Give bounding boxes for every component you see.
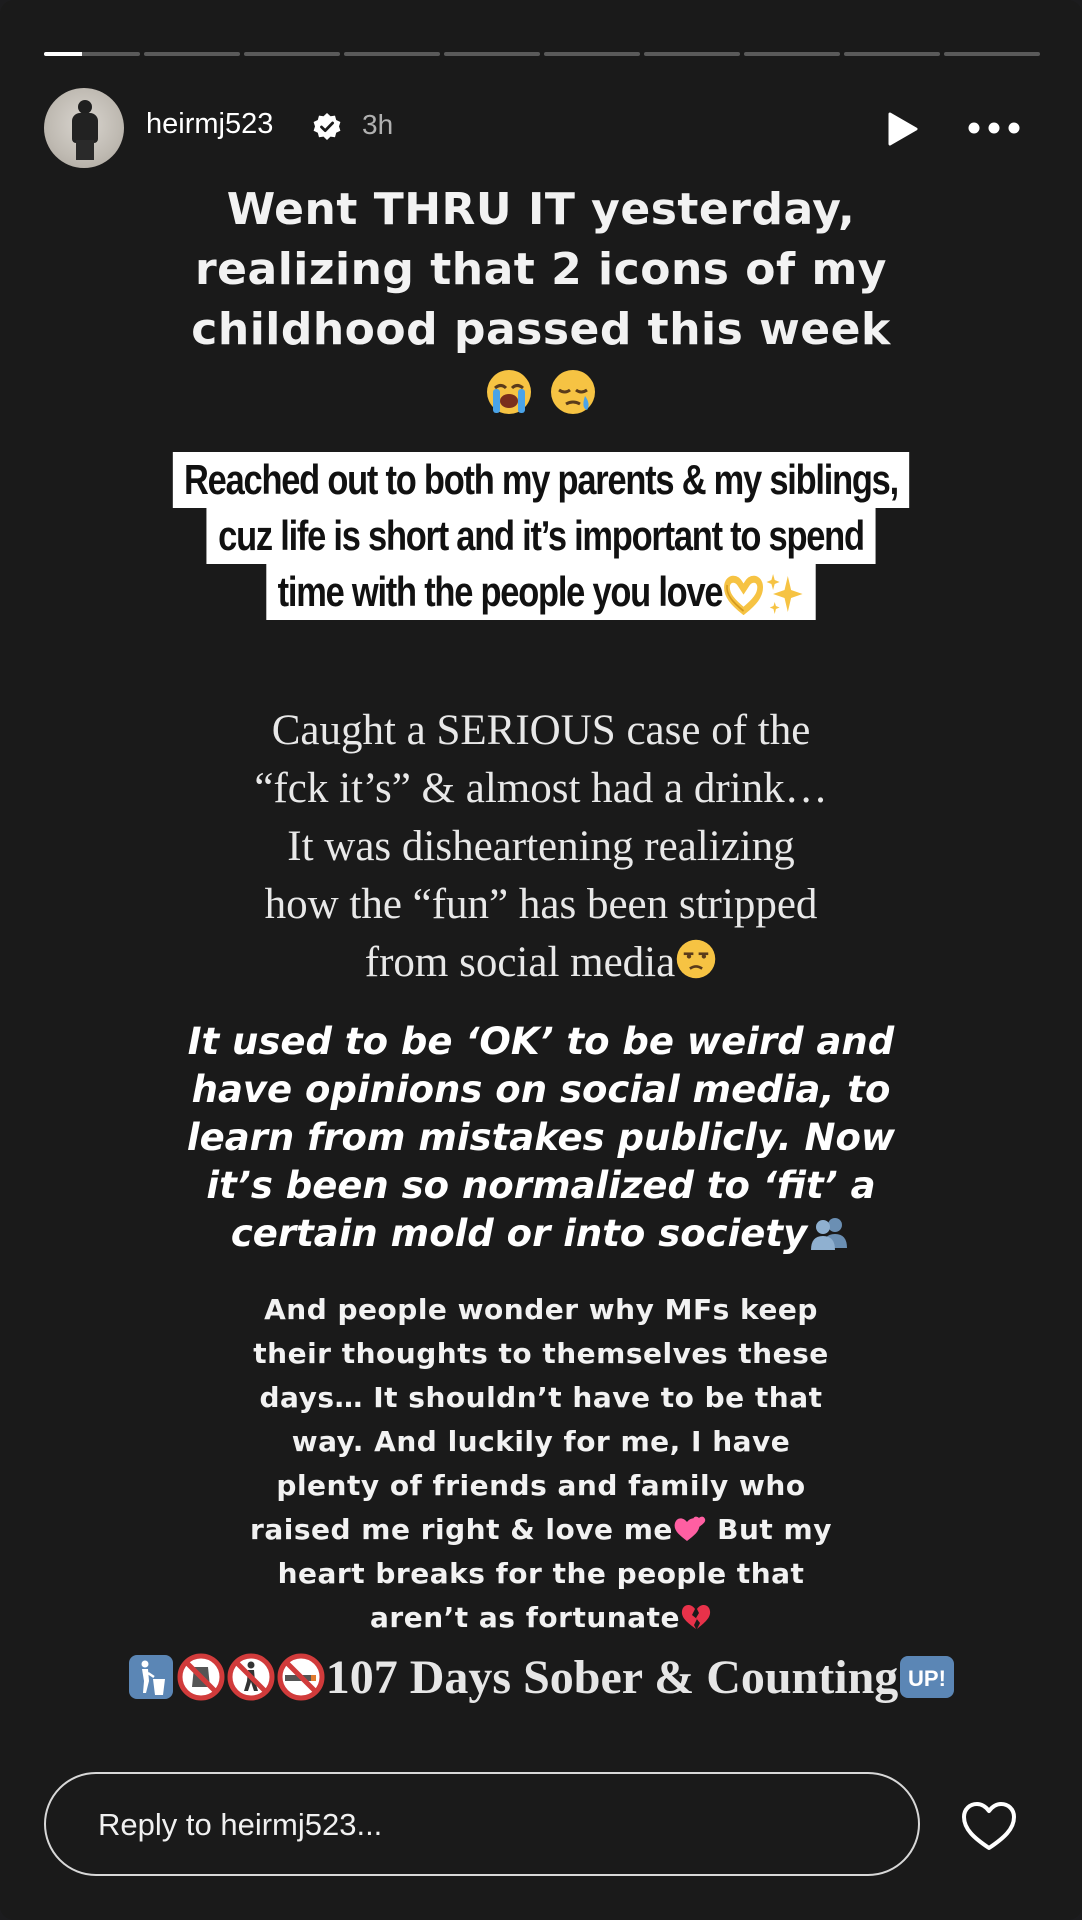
text-line: aren’t as fortunate — [370, 1601, 680, 1634]
text-line: learn from mistakes publicly. Now — [186, 1116, 896, 1159]
text-line: Went THRU IT yesterday, — [226, 184, 856, 235]
text-line: how the “fun” has been stripped — [264, 881, 818, 928]
text-line-with-emoji: time with the people you love — [266, 564, 816, 620]
progress-segment — [844, 52, 940, 56]
text-line: days… It shouldn’t have to be that — [259, 1381, 823, 1414]
progress-segment — [44, 52, 140, 56]
unamused-face-icon — [676, 939, 716, 979]
text-line: have opinions on social media, to — [191, 1068, 891, 1111]
text-line: certain mold or into society — [230, 1212, 808, 1255]
text-line: heart breaks for the people that — [277, 1557, 805, 1590]
text-line: “fck it’s” & almost had a drink… — [254, 765, 828, 812]
text-block-4: It used to be ‘OK’ to be weird and have … — [0, 1018, 1082, 1258]
text-line-with-emoji: certain mold or into society — [0, 1210, 1082, 1258]
post-time: 3h — [362, 109, 394, 140]
sober-counter-text: 107 Days Sober & Counting — [325, 1651, 899, 1704]
text-block-1: Went THRU IT yesterday, realizing that 2… — [0, 180, 1082, 420]
up-button-icon: UP! — [900, 1656, 955, 1698]
text-line-tail: But my — [706, 1513, 832, 1546]
revolving-hearts-icon — [674, 1516, 706, 1541]
text-line: cuz life is short and it’s important to … — [206, 508, 876, 564]
progress-segment — [344, 52, 440, 56]
text-line: It was disheartening realizing — [287, 823, 795, 870]
text-line: from social media — [364, 939, 676, 986]
sleepy-face-icon — [550, 370, 595, 414]
highlighted-text-block: Reached out to both my parents & my sibl… — [97, 452, 984, 620]
verified-badge-icon — [313, 113, 341, 140]
text-line-with-emoji: aren’t as fortunate — [0, 1596, 1082, 1640]
busts-in-silhouette-icon — [811, 1218, 848, 1250]
heart-hands-icon — [724, 575, 764, 615]
emoji-row — [0, 360, 1082, 420]
text-line-with-emoji: raised me right & love me But my — [0, 1508, 1082, 1552]
text-line: their thoughts to themselves these — [253, 1337, 829, 1370]
progress-segment — [744, 52, 840, 56]
more-icon[interactable] — [964, 116, 1024, 140]
text-line: childhood passed this week — [191, 304, 891, 355]
text-line: raised me right & love me — [250, 1513, 673, 1546]
reply-input[interactable] — [96, 1774, 880, 1876]
text-line: Reached out to both my parents & my sibl… — [172, 452, 910, 508]
broken-heart-icon — [681, 1605, 711, 1629]
sober-counter: 107 Days Sober & Counting UP! — [0, 1648, 1082, 1708]
progress-segment — [244, 52, 340, 56]
no-pedestrians-icon — [227, 1653, 275, 1701]
story-viewer[interactable]: heirmj523 3h Went THRU IT yesterday, rea… — [0, 0, 1082, 1920]
text-line: realizing that 2 icons of my — [194, 244, 887, 295]
text-block-5: And people wonder why MFs keep their tho… — [0, 1288, 1082, 1640]
litter-in-bin-sign-icon — [128, 1655, 173, 1699]
progress-segment-fill — [44, 52, 83, 56]
text-line: time with the people you love — [277, 568, 724, 615]
story-header: heirmj523 3h — [44, 88, 1040, 168]
no-entry-sign-icon — [177, 1653, 225, 1701]
no-smoking-icon — [277, 1653, 325, 1701]
story-progress-bar — [44, 52, 1040, 56]
avatar[interactable] — [44, 88, 124, 168]
username[interactable]: heirmj523 — [146, 108, 273, 141]
sparkles-icon — [766, 573, 803, 614]
progress-segment — [644, 52, 740, 56]
up-label: UP! — [908, 1666, 946, 1691]
play-icon[interactable] — [882, 110, 920, 148]
text-line: And people wonder why MFs keep — [264, 1293, 818, 1326]
text-line: it’s been so normalized to ‘fit’ a — [206, 1164, 876, 1207]
text-line: It used to be ‘OK’ to be weird and — [187, 1020, 895, 1063]
text-line: Caught a SERIOUS case of the — [271, 707, 811, 754]
text-line-with-emoji: from social media — [0, 934, 1082, 992]
loudly-crying-face-icon — [487, 370, 532, 414]
progress-segment — [444, 52, 540, 56]
text-block-3: Caught a SERIOUS case of the “fck it’s” … — [0, 702, 1082, 992]
heart-outline-icon[interactable] — [960, 1800, 1018, 1852]
progress-segment — [544, 52, 640, 56]
progress-segment — [144, 52, 240, 56]
text-line: way. And luckily for me, I have — [291, 1425, 791, 1458]
reply-box[interactable] — [44, 1772, 920, 1876]
progress-segment — [944, 52, 1040, 56]
text-line: plenty of friends and family who — [276, 1469, 806, 1502]
